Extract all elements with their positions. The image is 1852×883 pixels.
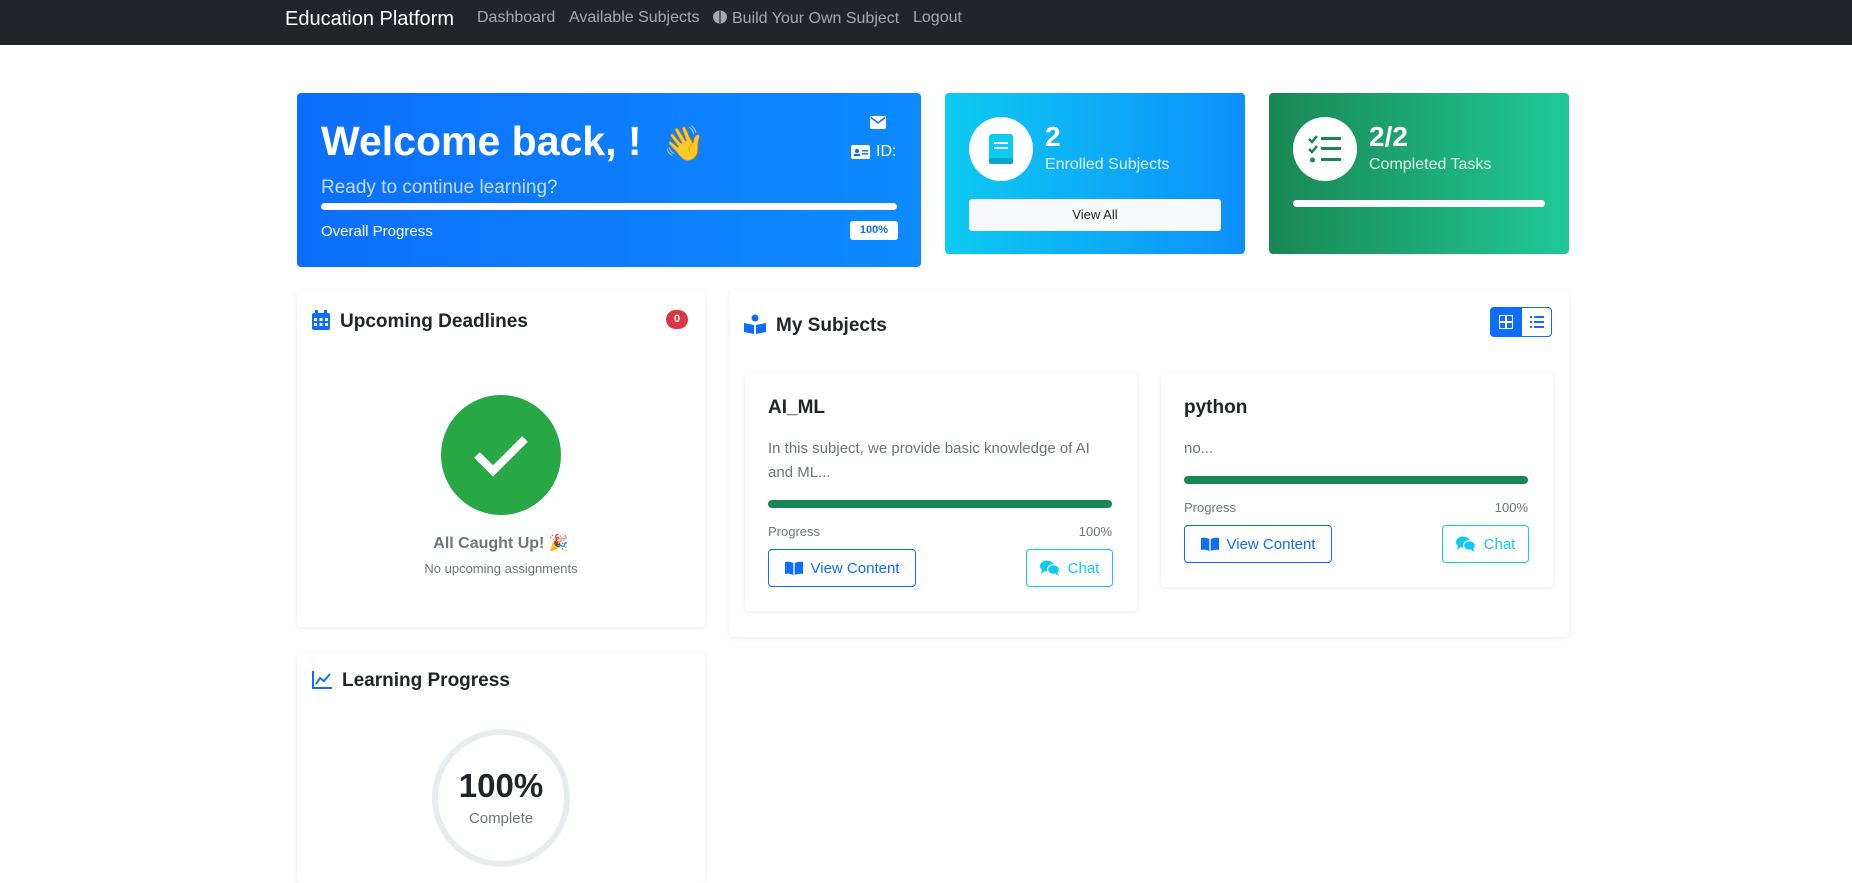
nav-dashboard[interactable]: Dashboard	[477, 9, 555, 27]
view-toggle	[1490, 307, 1552, 337]
nav-build-subject[interactable]: Build Your Own Subject	[712, 9, 899, 28]
subject-progress-bar	[1184, 476, 1528, 484]
all-caught-up-title: All Caught Up! 🎉	[433, 535, 569, 552]
book-icon	[989, 134, 1013, 164]
stat-icon-circle	[969, 117, 1033, 181]
overall-progress-bar	[321, 203, 897, 210]
subject-name: AI_ML	[768, 397, 825, 418]
check-circle	[441, 395, 561, 515]
welcome-card: Welcome back, ! 👋 ID: Ready to continue …	[297, 93, 921, 267]
subjects-title-text: My Subjects	[776, 315, 887, 336]
calendar-icon	[312, 310, 330, 330]
check-icon	[474, 436, 528, 477]
view-content-label: View Content	[1226, 535, 1316, 553]
learning-progress-percent: 100%	[458, 767, 544, 804]
no-assignments-text: No upcoming assignments	[424, 561, 578, 576]
grid-icon	[1498, 315, 1513, 329]
view-all-button[interactable]: View All	[969, 199, 1221, 231]
overall-progress-label: Overall Progress	[321, 223, 433, 240]
chat-button[interactable]: Chat	[1442, 525, 1529, 563]
deadlines-count-badge: 0	[666, 310, 688, 329]
learning-progress-title-text: Learning Progress	[342, 670, 510, 691]
book-reader-icon	[744, 314, 766, 334]
nav-available-subjects[interactable]: Available Subjects	[569, 9, 699, 27]
subject-progress-bar	[768, 500, 1112, 508]
chart-line-icon	[312, 671, 332, 689]
brain-icon	[713, 10, 727, 24]
enrolled-count: 2	[1045, 121, 1061, 152]
welcome-heading: Welcome back, !	[321, 118, 642, 164]
subject-progress-value: 100%	[1078, 524, 1112, 539]
overall-progress-badge: 100%	[850, 221, 898, 240]
comments-icon	[1039, 560, 1060, 576]
subject-card-ai-ml: AI_ML In this subject, we provide basic …	[745, 373, 1137, 611]
subject-card-python: python no... Progress 100% View Content …	[1161, 373, 1553, 587]
stat-icon-circle	[1293, 117, 1357, 181]
welcome-title: Welcome back, ! 👋	[321, 118, 705, 165]
upcoming-deadlines-panel: Upcoming Deadlines 0 All Caught Up! 🎉 No…	[297, 290, 705, 627]
grid-view-button[interactable]	[1490, 307, 1521, 337]
subject-name: python	[1184, 397, 1248, 418]
tasks-progress-bar	[1293, 200, 1545, 207]
subject-progress-label: Progress	[768, 524, 821, 539]
my-subjects-panel: My Subjects AI_ML In this subject, we pr…	[730, 290, 1569, 637]
list-view-button[interactable]	[1521, 307, 1552, 337]
list-icon	[1529, 316, 1544, 328]
view-content-button[interactable]: View Content	[768, 549, 916, 587]
chat-label: Chat	[1067, 559, 1100, 577]
learning-progress-label: Complete	[468, 810, 534, 827]
subject-description: no...	[1184, 440, 1214, 457]
subject-description: In this subject, we provide basic knowle…	[768, 440, 1090, 481]
chat-label: Chat	[1483, 535, 1516, 553]
envelope-icon	[870, 116, 886, 129]
navbar: Education Platform Dashboard Available S…	[0, 0, 1852, 45]
learning-progress-title: Learning Progress	[312, 670, 510, 692]
welcome-subtitle: Ready to continue learning?	[321, 177, 558, 198]
subjects-title: My Subjects	[744, 314, 887, 337]
completed-tasks-card: 2/2 Completed Tasks	[1269, 93, 1569, 254]
enrolled-label: Enrolled Subjects	[1045, 156, 1170, 173]
user-id: ID:	[851, 143, 896, 161]
view-content-label: View Content	[810, 559, 900, 577]
book-open-icon	[1200, 537, 1219, 551]
chat-button[interactable]: Chat	[1026, 549, 1113, 587]
comments-icon	[1455, 536, 1476, 552]
deadlines-title: Upcoming Deadlines	[312, 310, 528, 333]
brand-link[interactable]: Education Platform	[285, 8, 454, 31]
id-label: ID:	[876, 143, 897, 160]
view-content-button[interactable]: View Content	[1184, 525, 1332, 563]
nav-build-subject-label: Build Your Own Subject	[732, 10, 900, 27]
tasks-label: Completed Tasks	[1369, 156, 1492, 173]
tasks-count: 2/2	[1369, 121, 1408, 152]
tasks-icon	[1308, 135, 1341, 163]
id-card-icon	[851, 145, 870, 159]
wave-emoji: 👋	[662, 125, 706, 163]
deadlines-title-text: Upcoming Deadlines	[340, 311, 528, 332]
subject-progress-label: Progress	[1184, 500, 1237, 515]
nav-logout[interactable]: Logout	[913, 9, 962, 27]
book-open-icon	[784, 561, 803, 575]
learning-progress-panel: Learning Progress 100% Complete	[297, 653, 705, 883]
subject-progress-value: 100%	[1494, 500, 1528, 515]
enrolled-subjects-card: 2 Enrolled Subjects View All	[945, 93, 1245, 254]
